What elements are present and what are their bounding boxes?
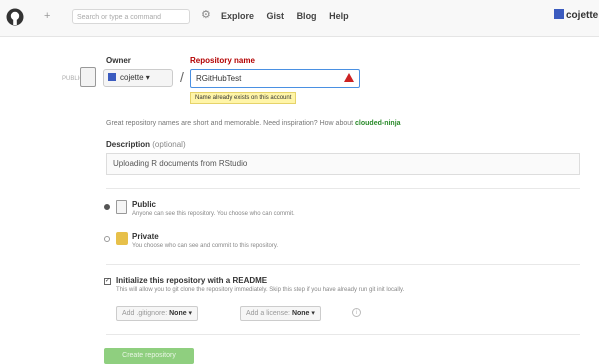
init-readme-desc: This will allow you to git clone the rep…: [116, 287, 405, 293]
repo-name-label: Repository name: [190, 56, 255, 65]
divider: [106, 264, 580, 265]
slash-separator: /: [180, 69, 184, 85]
description-input[interactable]: Uploading R documents from RStudio: [106, 153, 580, 175]
settings-icon[interactable]: ⚙: [201, 8, 211, 21]
main-nav: Explore Gist Blog Help: [221, 11, 359, 21]
repo-name-input[interactable]: RGitHubTest: [190, 69, 360, 88]
gitignore-value: None ▾: [169, 310, 193, 317]
init-readme-checkbox[interactable]: ✓: [104, 278, 111, 285]
info-icon[interactable]: i: [352, 308, 361, 317]
owner-label: Owner: [106, 56, 131, 65]
private-option-desc: You choose who can see and commit to thi…: [132, 243, 279, 249]
public-radio[interactable]: [104, 204, 110, 210]
description-optional: (optional): [152, 140, 186, 149]
repo-name-error: Name already exists on this account: [190, 92, 297, 104]
license-dropdown[interactable]: Add a license: None ▾: [240, 306, 321, 321]
username: cojette: [566, 10, 599, 21]
nav-gist[interactable]: Gist: [267, 11, 285, 21]
repo-book-icon: [80, 67, 96, 87]
search-input[interactable]: Search or type a command: [72, 9, 190, 24]
private-option-title[interactable]: Private: [132, 232, 159, 241]
nav-help[interactable]: Help: [329, 11, 349, 21]
warning-icon: [344, 73, 354, 82]
divider: [106, 334, 580, 335]
owner-value: cojette ▾: [120, 73, 150, 82]
description-label-text: Description: [106, 140, 151, 149]
license-value: None ▾: [291, 310, 315, 317]
create-repository-button[interactable]: Create repository: [104, 348, 194, 364]
private-radio[interactable]: [104, 236, 110, 242]
avatar: [554, 9, 564, 19]
divider: [106, 188, 580, 189]
public-book-icon: [116, 200, 127, 214]
description-label: Description (optional): [106, 140, 186, 149]
nav-blog[interactable]: Blog: [297, 11, 317, 21]
public-option-title[interactable]: Public: [132, 200, 156, 209]
create-new-icon[interactable]: +: [44, 10, 50, 22]
owner-select[interactable]: cojette ▾: [103, 69, 173, 87]
init-readme-label[interactable]: Initialize this repository with a README: [116, 276, 267, 285]
license-label: Add a license:: [246, 310, 290, 317]
hint-suggestion[interactable]: clouded-ninja: [355, 120, 401, 127]
public-option-desc: Anyone can see this repository. You choo…: [132, 211, 295, 217]
user-menu[interactable]: cojette: [554, 9, 598, 21]
name-hint: Great repository names are short and mem…: [106, 120, 401, 127]
github-logo-icon[interactable]: [6, 8, 24, 26]
hint-text: Great repository names are short and mem…: [106, 120, 354, 127]
gitignore-dropdown[interactable]: Add .gitignore: None ▾: [116, 306, 199, 321]
top-navbar: + Search or type a command ⚙ Explore Gis…: [0, 0, 599, 37]
lock-icon: [116, 232, 128, 245]
gitignore-label: Add .gitignore:: [122, 310, 168, 317]
nav-explore[interactable]: Explore: [221, 11, 254, 21]
owner-avatar: [108, 73, 116, 81]
